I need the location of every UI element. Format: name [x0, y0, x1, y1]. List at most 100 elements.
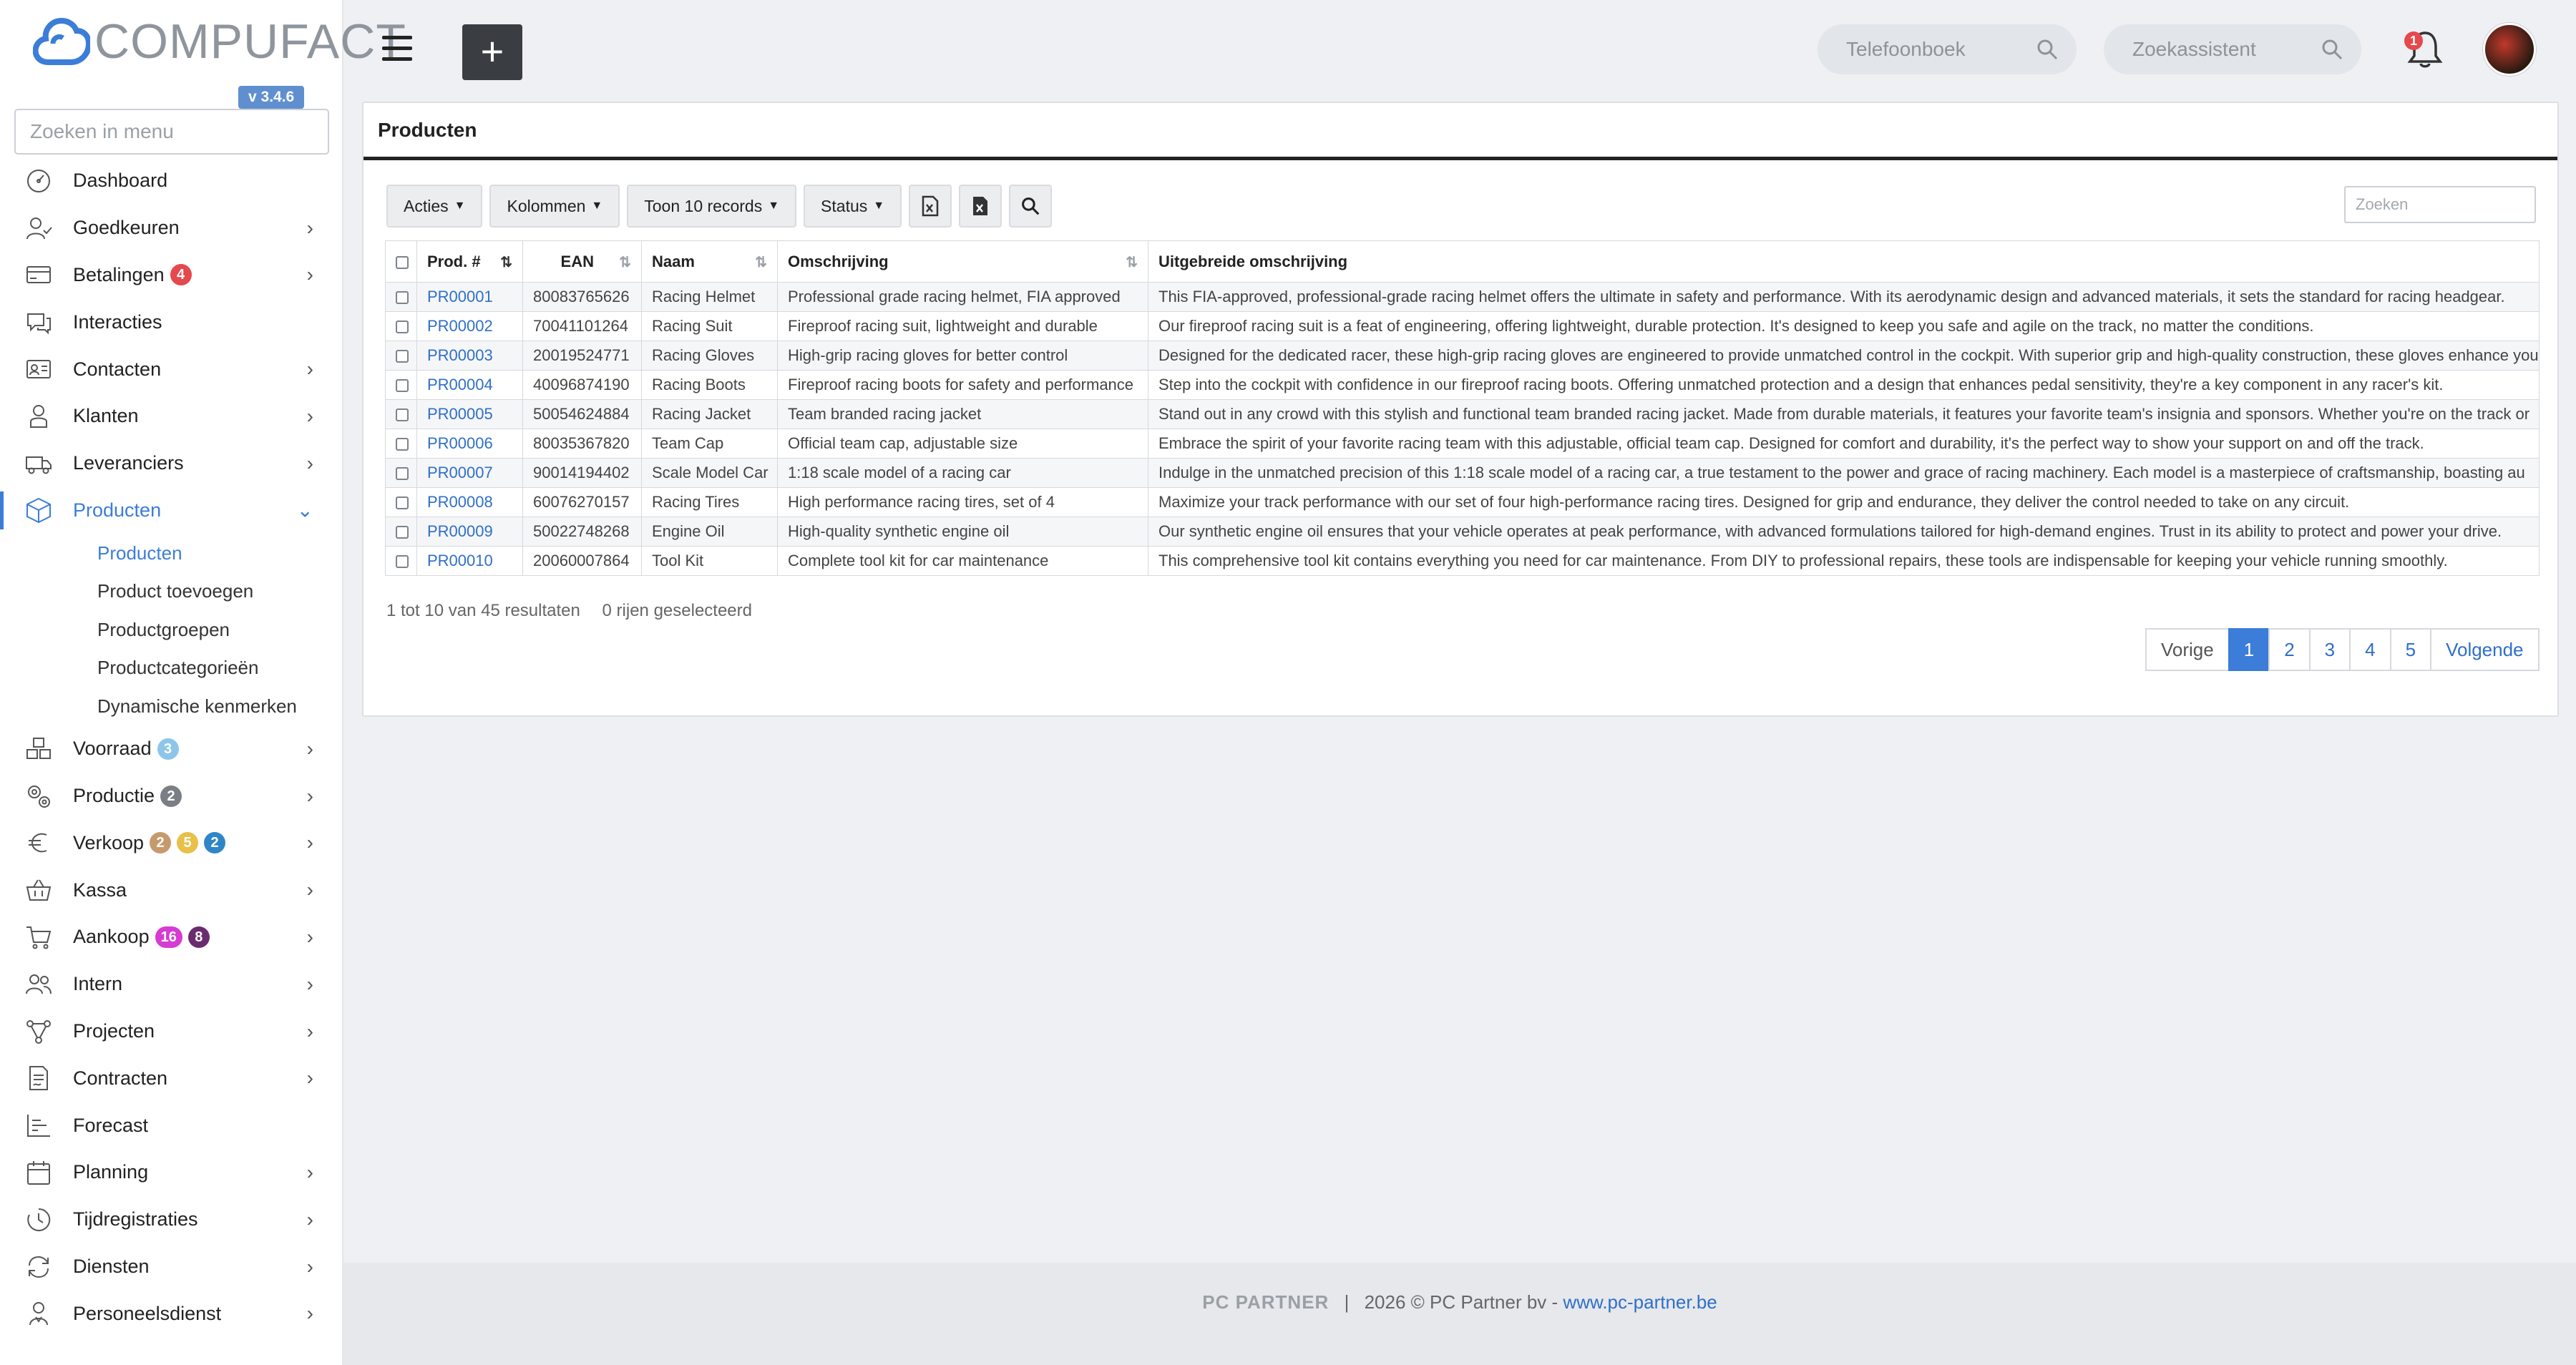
product-number-link[interactable]: PR00008: [416, 487, 523, 517]
product-number-link[interactable]: PR00004: [416, 370, 523, 400]
status-label: Status: [821, 197, 868, 215]
table-row[interactable]: PR00006 80035367820 Team Cap Official team …: [385, 429, 2540, 459]
pagination-page-4[interactable]: 4: [2349, 628, 2391, 671]
sidebar-item-tijdregistraties[interactable]: Tijdregistraties ›: [0, 1196, 342, 1243]
sidebar-item-icon-wrap: [24, 214, 53, 243]
row-checkbox[interactable]: [385, 370, 417, 400]
product-number-link[interactable]: PR00003: [416, 341, 523, 371]
user-avatar[interactable]: [2483, 23, 2536, 76]
sidebar-subitem[interactable]: Producten: [0, 534, 342, 572]
product-number-link[interactable]: PR00010: [416, 546, 523, 576]
ean-cell: 20060007864: [522, 546, 642, 576]
status-dropdown[interactable]: Status ▼: [804, 185, 902, 228]
row-checkbox[interactable]: [385, 487, 417, 517]
sidebar-item-icon-wrap: [24, 260, 53, 289]
table-row[interactable]: PR00010 20060007864 Tool Kit Complete tool …: [385, 546, 2540, 576]
column-header-omschrijving[interactable]: Omschrijving ⇅: [777, 240, 1148, 283]
sidebar-item-projecten[interactable]: Projecten ›: [0, 1008, 342, 1055]
pagination-next-button[interactable]: Volgende: [2430, 628, 2540, 671]
sidebar-item-verkoop[interactable]: Verkoop 2 5 2 ›: [0, 819, 342, 866]
pagination-page-1[interactable]: 1: [2228, 628, 2270, 671]
table-row[interactable]: PR00005 50054624884 Racing Jacket Team bran…: [385, 399, 2540, 429]
sidebar-item-contacten[interactable]: Contacten ›: [0, 346, 342, 393]
product-number-link[interactable]: PR00006: [416, 429, 523, 459]
row-checkbox[interactable]: [385, 311, 417, 341]
table-row[interactable]: PR00003 20019524771 Racing Gloves High-grip…: [385, 341, 2540, 371]
column-header-naam[interactable]: Naam ⇅: [641, 240, 778, 283]
table-row[interactable]: PR00002 70041101264 Racing Suit Fireproof r…: [385, 311, 2540, 341]
sidebar-item-goedkeuren[interactable]: Goedkeuren ›: [0, 205, 342, 252]
sidebar-item-diensten[interactable]: Diensten ›: [0, 1243, 342, 1291]
row-checkbox[interactable]: [385, 429, 417, 459]
column-header-prod-nr[interactable]: Prod. # ⇅: [416, 240, 523, 283]
sidebar-item-voorraad[interactable]: Voorraad 3 ›: [0, 725, 342, 773]
sidebar-subitem[interactable]: Product toevoegen: [0, 572, 342, 611]
sidebar-item-betalingen[interactable]: Betalingen 4 ›: [0, 252, 342, 299]
chevron-right-icon: ›: [306, 1019, 313, 1042]
sidebar-subitem[interactable]: Productcategorieën: [0, 649, 342, 688]
table-row[interactable]: PR00008 60076270157 Racing Tires High perfo…: [385, 487, 2540, 517]
table-search-input[interactable]: Zoeken: [2344, 186, 2536, 223]
sidebar-item-aankoop[interactable]: Aankoop 16 8 ›: [0, 914, 342, 961]
sidebar-item-interacties[interactable]: Interacties: [0, 298, 342, 346]
phonebook-search-input[interactable]: Telefoonboek: [1818, 24, 2077, 74]
product-number-link[interactable]: PR00009: [416, 517, 523, 547]
sidebar-item-intern[interactable]: Intern ›: [0, 961, 342, 1008]
row-checkbox[interactable]: [385, 546, 417, 576]
sidebar-item-kassa[interactable]: Kassa ›: [0, 866, 342, 914]
pagination-page-2[interactable]: 2: [2268, 628, 2311, 671]
table-row[interactable]: PR00009 50022748268 Engine Oil High-quality…: [385, 517, 2540, 547]
hamburger-menu-icon[interactable]: [382, 36, 412, 62]
app-logo[interactable]: COMPUFACT: [33, 13, 406, 70]
chevron-down-icon: ⌄: [296, 499, 313, 522]
row-checkbox[interactable]: [385, 282, 417, 312]
footer: PC PARTNER | 2026 © PC Partner bv - www.…: [343, 1263, 2576, 1365]
row-checkbox[interactable]: [385, 341, 417, 371]
sidebar-item-label: Diensten: [73, 1256, 150, 1278]
chevron-right-icon: ›: [306, 1160, 313, 1183]
export-excel-button[interactable]: [909, 185, 952, 228]
sidebar-item-producten[interactable]: Producten ⌄: [0, 487, 342, 534]
columns-dropdown[interactable]: Kolommen ▼: [489, 185, 620, 228]
chevron-right-icon: ›: [306, 1255, 313, 1278]
chevron-right-icon: ›: [306, 972, 313, 995]
footer-website-link[interactable]: www.pc-partner.be: [1563, 1291, 1717, 1313]
table-row[interactable]: PR00004 40096874190 Racing Boots Fireproof …: [385, 370, 2540, 400]
column-header-uitgebreide-omschrijving[interactable]: Uitgebreide omschrijving: [1148, 240, 2540, 283]
product-number-link[interactable]: PR00005: [416, 399, 523, 429]
product-number-link[interactable]: PR00002: [416, 311, 523, 341]
sidebar-item-klanten[interactable]: Klanten ›: [0, 393, 342, 440]
column-label: Prod. #: [427, 252, 481, 270]
sidebar-item-contracten[interactable]: Contracten ›: [0, 1055, 342, 1102]
sidebar-item-personeelsdienst[interactable]: Personeelsdienst ›: [0, 1290, 342, 1337]
export-file-button[interactable]: [959, 185, 1002, 228]
product-number-link[interactable]: PR00001: [416, 282, 523, 312]
add-button[interactable]: +: [462, 24, 522, 80]
table-row[interactable]: PR00001 80083765626 Racing Helmet Professio…: [385, 282, 2540, 312]
table-row[interactable]: PR00007 90014194402 Scale Model Car 1:18 sc…: [385, 458, 2540, 488]
sidebar-subitem[interactable]: Productgroepen: [0, 610, 342, 649]
row-checkbox[interactable]: [385, 399, 417, 429]
row-checkbox[interactable]: [385, 458, 417, 488]
sidebar-item-productie[interactable]: Productie 2 ›: [0, 773, 342, 820]
row-checkbox[interactable]: [385, 517, 417, 547]
sidebar-item-planning[interactable]: Planning ›: [0, 1149, 342, 1196]
user-check-icon: [26, 217, 52, 239]
clock-icon: [27, 1208, 51, 1231]
sidebar-item-leveranciers[interactable]: Leveranciers ›: [0, 440, 342, 487]
menu-search-input[interactable]: Zoeken in menu: [14, 109, 329, 155]
select-all-checkbox[interactable]: [385, 240, 417, 283]
sidebar-item-forecast[interactable]: Forecast: [0, 1102, 342, 1149]
column-header-ean[interactable]: EAN ⇅: [522, 240, 642, 283]
pagination-page-5[interactable]: 5: [2389, 628, 2432, 671]
pagination-page-3[interactable]: 3: [2308, 628, 2351, 671]
show-records-dropdown[interactable]: Toon 10 records ▼: [627, 185, 797, 228]
pagination-previous-button[interactable]: Vorige: [2145, 628, 2230, 671]
product-number-link[interactable]: PR00007: [416, 458, 523, 488]
sidebar-item-dashboard[interactable]: Dashboard: [0, 157, 342, 205]
search-toggle-button[interactable]: [1009, 185, 1053, 228]
sidebar-subitem[interactable]: Dynamische kenmerken: [0, 687, 342, 725]
search-assistant-input[interactable]: Zoekassistent: [2104, 24, 2361, 74]
actions-dropdown[interactable]: Acties ▼: [386, 185, 483, 228]
basket-icon: [26, 879, 52, 901]
